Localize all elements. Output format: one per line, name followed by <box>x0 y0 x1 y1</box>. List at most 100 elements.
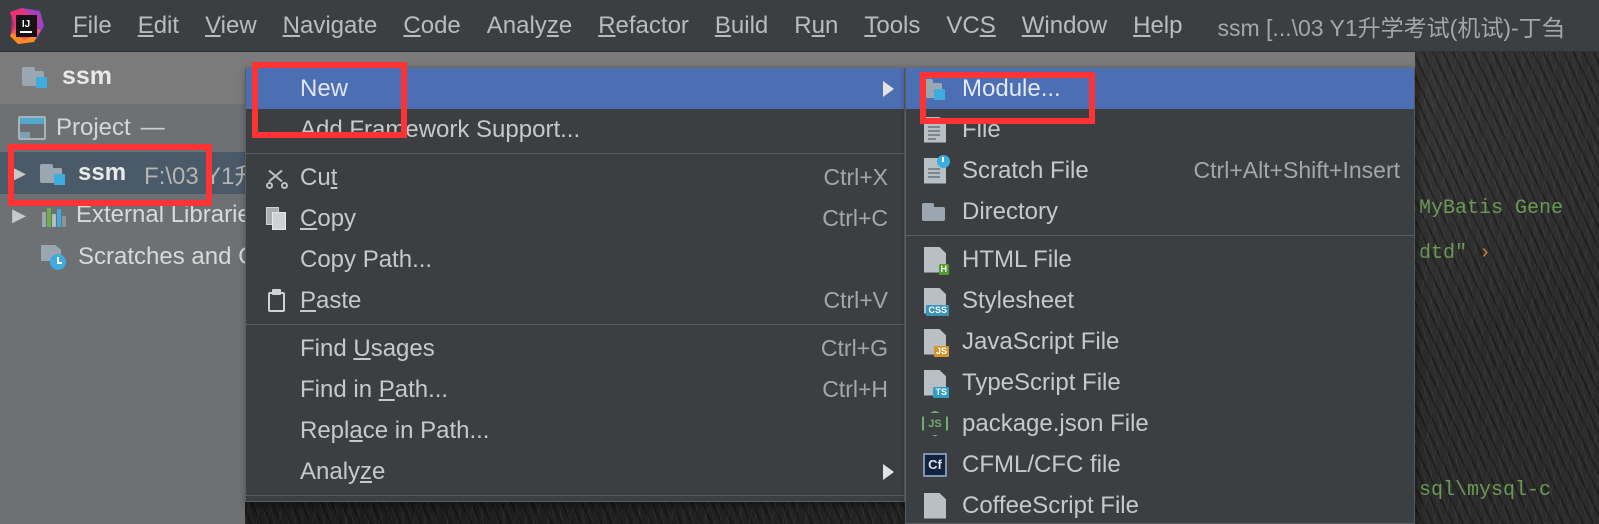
context-menu-item-shortcut: Ctrl+X <box>823 164 888 190</box>
submenu-item-label: TypeScript File <box>962 368 1121 396</box>
copy-icon <box>260 206 294 231</box>
code-punctuation: › <box>1479 242 1492 265</box>
context-menu-item-label: Analyze <box>300 457 386 485</box>
submenu-item-scratch-file[interactable]: Scratch File Ctrl+Alt+Shift+Insert <box>906 150 1414 191</box>
submenu-item-javascript-file[interactable]: JS JavaScript File <box>906 321 1414 362</box>
cfml-file-icon: Cf <box>916 452 954 477</box>
collapse-icon[interactable]: — <box>141 114 165 142</box>
menu-vcs[interactable]: VCS <box>933 10 1008 42</box>
context-menu-item-shortcut: Ctrl+G <box>820 335 888 361</box>
project-panel-header[interactable]: Project — <box>0 104 245 152</box>
submenu-item-label: Scratch File <box>962 156 1089 184</box>
context-menu-item-paste[interactable]: Paste Ctrl+V <box>246 280 904 321</box>
submenu-item-label: CFML/CFC file <box>962 450 1121 478</box>
menu-refactor[interactable]: Refactor <box>585 10 702 42</box>
editor-code-text: MyBatis Gene dtd" › sql\mysql-c <box>1409 52 1599 524</box>
project-tool-window: Project — ▶ ssm F:\03 Y1升 ▶ External Lib… <box>0 104 258 524</box>
context-menu-item-find-usages[interactable]: Find Usages Ctrl+G <box>246 328 904 369</box>
menu-view[interactable]: View <box>192 10 270 42</box>
menu-separator <box>906 235 1414 236</box>
menu-tools[interactable]: Tools <box>851 10 933 42</box>
submenu-arrow-icon <box>883 463 894 480</box>
menu-navigate[interactable]: Navigate <box>270 10 391 42</box>
ts-file-icon: TS <box>916 369 954 398</box>
context-menu-item-label: Copy <box>300 204 357 232</box>
menu-edit[interactable]: Edit <box>125 10 192 42</box>
file-icon <box>916 116 954 143</box>
tree-node-ssm[interactable]: ▶ ssm F:\03 Y1升 <box>0 152 258 194</box>
context-menu: New Add Framework Support... Cut Ctrl+X … <box>245 68 905 502</box>
directory-icon <box>916 199 954 224</box>
module-folder-icon <box>22 64 52 89</box>
menu-separator <box>246 495 904 496</box>
context-menu-item-label: Replace in Path... <box>300 416 490 444</box>
module-folder-icon <box>40 161 70 186</box>
js-file-icon: JS <box>916 328 954 357</box>
submenu-arrow-icon <box>883 80 894 97</box>
css-file-icon: CSS <box>916 287 954 316</box>
project-tree: ▶ ssm F:\03 Y1升 ▶ External Librarie Scra… <box>0 152 258 278</box>
submenu-item-label: File <box>962 115 1001 143</box>
context-menu-item-shortcut: Ctrl+H <box>822 376 888 402</box>
context-menu-item-copy-path[interactable]: Copy Path... <box>246 239 904 280</box>
menu-analyze[interactable]: Analyze <box>474 10 585 42</box>
context-menu-item-shortcut: Ctrl+C <box>822 205 888 231</box>
context-menu-item-new[interactable]: New <box>246 68 904 109</box>
menu-window[interactable]: Window <box>1009 10 1120 42</box>
submenu-item-file[interactable]: File <box>906 109 1414 150</box>
tree-node-scratches[interactable]: Scratches and C <box>0 236 255 278</box>
submenu-item-label: HTML File <box>962 245 1072 273</box>
new-submenu: Module... File Scratch File Ctrl+Alt+Shi… <box>905 68 1415 524</box>
context-menu-item-label: Add Framework Support... <box>300 115 581 143</box>
tree-node-label: Scratches and C <box>78 243 256 270</box>
context-menu-item-label: Cut <box>300 163 338 191</box>
submenu-item-coffeescript-file[interactable]: CoffeeScript File <box>906 485 1414 523</box>
expand-arrow-icon[interactable]: ▶ <box>6 163 32 184</box>
svg-text:IJ: IJ <box>22 19 30 30</box>
window-title: ssm [...\03 Y1升学考试(机试)-丁刍 <box>1217 14 1565 41</box>
tree-node-path: F:\03 Y1升 <box>144 162 259 190</box>
expand-arrow-icon[interactable]: ▶ <box>6 205 32 226</box>
menu-separator <box>246 324 904 325</box>
submenu-item-module[interactable]: Module... <box>906 68 1414 109</box>
coffeescript-file-icon <box>916 492 954 519</box>
submenu-item-typescript-file[interactable]: TS TypeScript File <box>906 362 1414 403</box>
code-line-0: MyBatis Gene <box>1419 197 1564 220</box>
project-panel-title: Project <box>56 114 131 141</box>
menu-file[interactable]: File <box>60 10 125 42</box>
context-menu-item-label: Find in Path... <box>300 375 449 403</box>
submenu-item-label: Module... <box>962 74 1061 102</box>
submenu-item-label: Stylesheet <box>962 286 1075 314</box>
breadcrumb-label: ssm <box>62 62 113 90</box>
submenu-item-html-file[interactable]: H HTML File <box>906 239 1414 280</box>
context-menu-item-label: New <box>300 74 349 102</box>
context-menu-item-replace-in-path[interactable]: Replace in Path... <box>246 410 904 451</box>
menu-run[interactable]: Run <box>781 10 851 42</box>
submenu-item-cfml-cfc-file[interactable]: Cf CFML/CFC file <box>906 444 1414 485</box>
breadcrumb[interactable]: ssm <box>22 62 112 91</box>
submenu-item-package-json-file[interactable]: JS package.json File <box>906 403 1414 444</box>
context-menu-item-analyze[interactable]: Analyze <box>246 451 904 492</box>
menu-build[interactable]: Build <box>702 10 781 42</box>
submenu-item-stylesheet[interactable]: CSS Stylesheet <box>906 280 1414 321</box>
submenu-item-label: CoffeeScript File <box>962 491 1139 519</box>
menu-help[interactable]: Help <box>1120 10 1195 42</box>
cut-icon <box>260 167 294 189</box>
context-menu-item-cut[interactable]: Cut Ctrl+X <box>246 157 904 198</box>
submenu-item-label: JavaScript File <box>962 327 1120 355</box>
nodejs-package-icon: JS <box>916 410 954 437</box>
code-line-1: dtd" <box>1419 242 1480 265</box>
menu-file-label-rest: ile <box>87 11 112 39</box>
tree-node-label: External Librarie <box>76 201 251 228</box>
context-menu-item-find-in-path[interactable]: Find in Path... Ctrl+H <box>246 369 904 410</box>
submenu-item-directory[interactable]: Directory <box>906 191 1414 232</box>
tree-node-external-libraries[interactable]: ▶ External Librarie <box>0 194 251 236</box>
menu-code[interactable]: Code <box>390 10 473 42</box>
main-menubar: IJ File Edit View Navigate Code Analyze … <box>0 0 1599 52</box>
context-menu-item-copy[interactable]: Copy Ctrl+C <box>246 198 904 239</box>
code-line-2: sql\mysql-c <box>1419 479 1552 502</box>
paste-icon <box>260 288 294 313</box>
submenu-item-label: Directory <box>962 197 1059 225</box>
project-window-icon <box>18 116 46 140</box>
context-menu-item-add-framework-support[interactable]: Add Framework Support... <box>246 109 904 150</box>
